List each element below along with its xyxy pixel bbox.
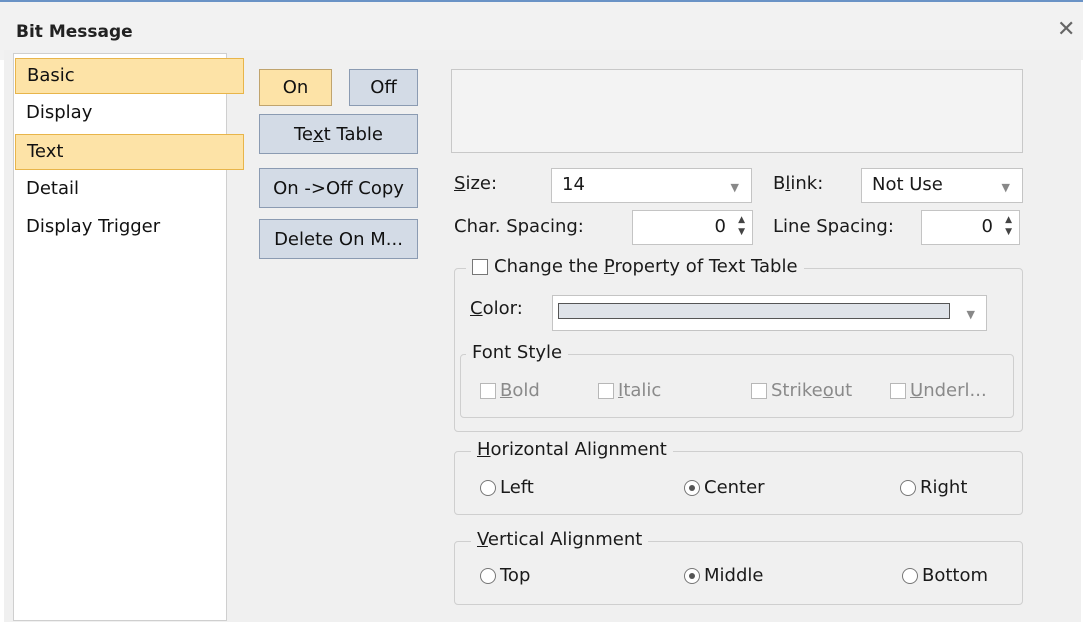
italic-checkbox-row[interactable]: Italic [598,380,661,401]
bold-label: Bold [500,380,540,401]
size-dropdown[interactable]: 14 ▼ [551,168,752,203]
vertical-alignment-legend: Vertical Alignment [471,529,649,550]
radio-bottom-label: Bottom [922,565,989,586]
chevron-down-icon: ▼ [1001,181,1010,194]
color-label: Color: [470,298,523,319]
sidebar-item-display[interactable]: Display [15,96,245,132]
size-value: 14 [562,174,585,195]
strikeout-label: Strikeout [771,380,853,401]
strikeout-checkbox-row[interactable]: Strikeout [751,380,852,401]
off-button[interactable]: Off [349,69,418,106]
delete-on-message-button[interactable]: Delete On M... [259,219,418,259]
char-spacing-label: Char. Spacing: [454,216,584,237]
radio-right-label: Right [920,477,968,498]
radio-middle-row[interactable]: Middle [684,565,763,586]
text-table-label-post: t Table [323,123,383,145]
bold-checkbox-row[interactable]: Bold [480,380,540,401]
radio-middle[interactable] [684,567,700,584]
radio-top-row[interactable]: Top [480,565,530,586]
text-table-label-mnemonic: x [313,123,324,145]
change-property-checkbox-row[interactable]: Change the Property of Text Table [466,256,804,277]
radio-top[interactable] [480,567,496,584]
text-table-label-pre: Te [294,123,314,145]
on-button[interactable]: On [259,69,332,106]
size-label: Size: [454,173,498,194]
radio-left[interactable] [480,479,496,496]
message-preview [451,69,1023,153]
on-off-copy-button[interactable]: On ->Off Copy [259,168,418,208]
radio-center-label: Center [704,477,765,498]
radio-bottom[interactable] [902,567,918,584]
change-property-label: Change the Property of Text Table [494,256,798,277]
strikeout-checkbox[interactable] [751,382,767,399]
line-spacing-value: 0 [981,216,993,237]
char-spacing-stepper[interactable]: 0 ▲ ▼ [632,210,753,245]
font-style-legend: Font Style [466,342,569,363]
underline-checkbox-row[interactable]: Underl... [890,380,987,401]
radio-left-label: Left [500,477,534,498]
sidebar-item-detail[interactable]: Detail [15,172,245,208]
sidebar: Basic Display Text Detail Display Trigge… [13,53,244,621]
spin-icon[interactable]: ▲ ▼ [738,214,745,238]
horizontal-alignment-legend: Horizontal Alignment [471,439,673,460]
color-picker[interactable]: ▼ [552,295,987,331]
radio-right-row[interactable]: Right [900,477,967,498]
chevron-down-icon: ▼ [966,308,975,321]
spin-icon[interactable]: ▲ ▼ [1005,214,1012,238]
italic-checkbox[interactable] [598,382,614,399]
color-swatch [558,303,950,319]
radio-top-label: Top [500,565,531,586]
italic-label: Italic [618,380,662,401]
blink-dropdown[interactable]: Not Use ▼ [861,168,1023,203]
sidebar-item-display-trigger[interactable]: Display Trigger [15,210,245,246]
close-icon[interactable]: ✕ [1057,17,1075,42]
window-title: Bit Message [16,22,133,42]
line-spacing-stepper[interactable]: 0 ▲ ▼ [921,210,1020,245]
bold-checkbox[interactable] [480,382,496,399]
radio-middle-label: Middle [704,565,764,586]
underline-label: Underl... [910,380,987,401]
blink-label: Blink: [773,173,824,194]
char-spacing-value: 0 [714,216,726,237]
chevron-down-icon: ▼ [730,181,739,194]
sidebar-item-text[interactable]: Text [15,134,244,170]
line-spacing-label: Line Spacing: [773,216,894,237]
radio-center-row[interactable]: Center [684,477,765,498]
blink-value: Not Use [872,174,943,195]
underline-checkbox[interactable] [890,382,906,399]
change-property-checkbox[interactable] [472,258,488,275]
radio-center[interactable] [684,479,700,496]
text-table-button[interactable]: Te x t Table [259,114,418,154]
radio-left-row[interactable]: Left [480,477,534,498]
radio-bottom-row[interactable]: Bottom [902,565,988,586]
radio-right[interactable] [900,479,916,496]
sidebar-item-basic[interactable]: Basic [15,58,244,94]
